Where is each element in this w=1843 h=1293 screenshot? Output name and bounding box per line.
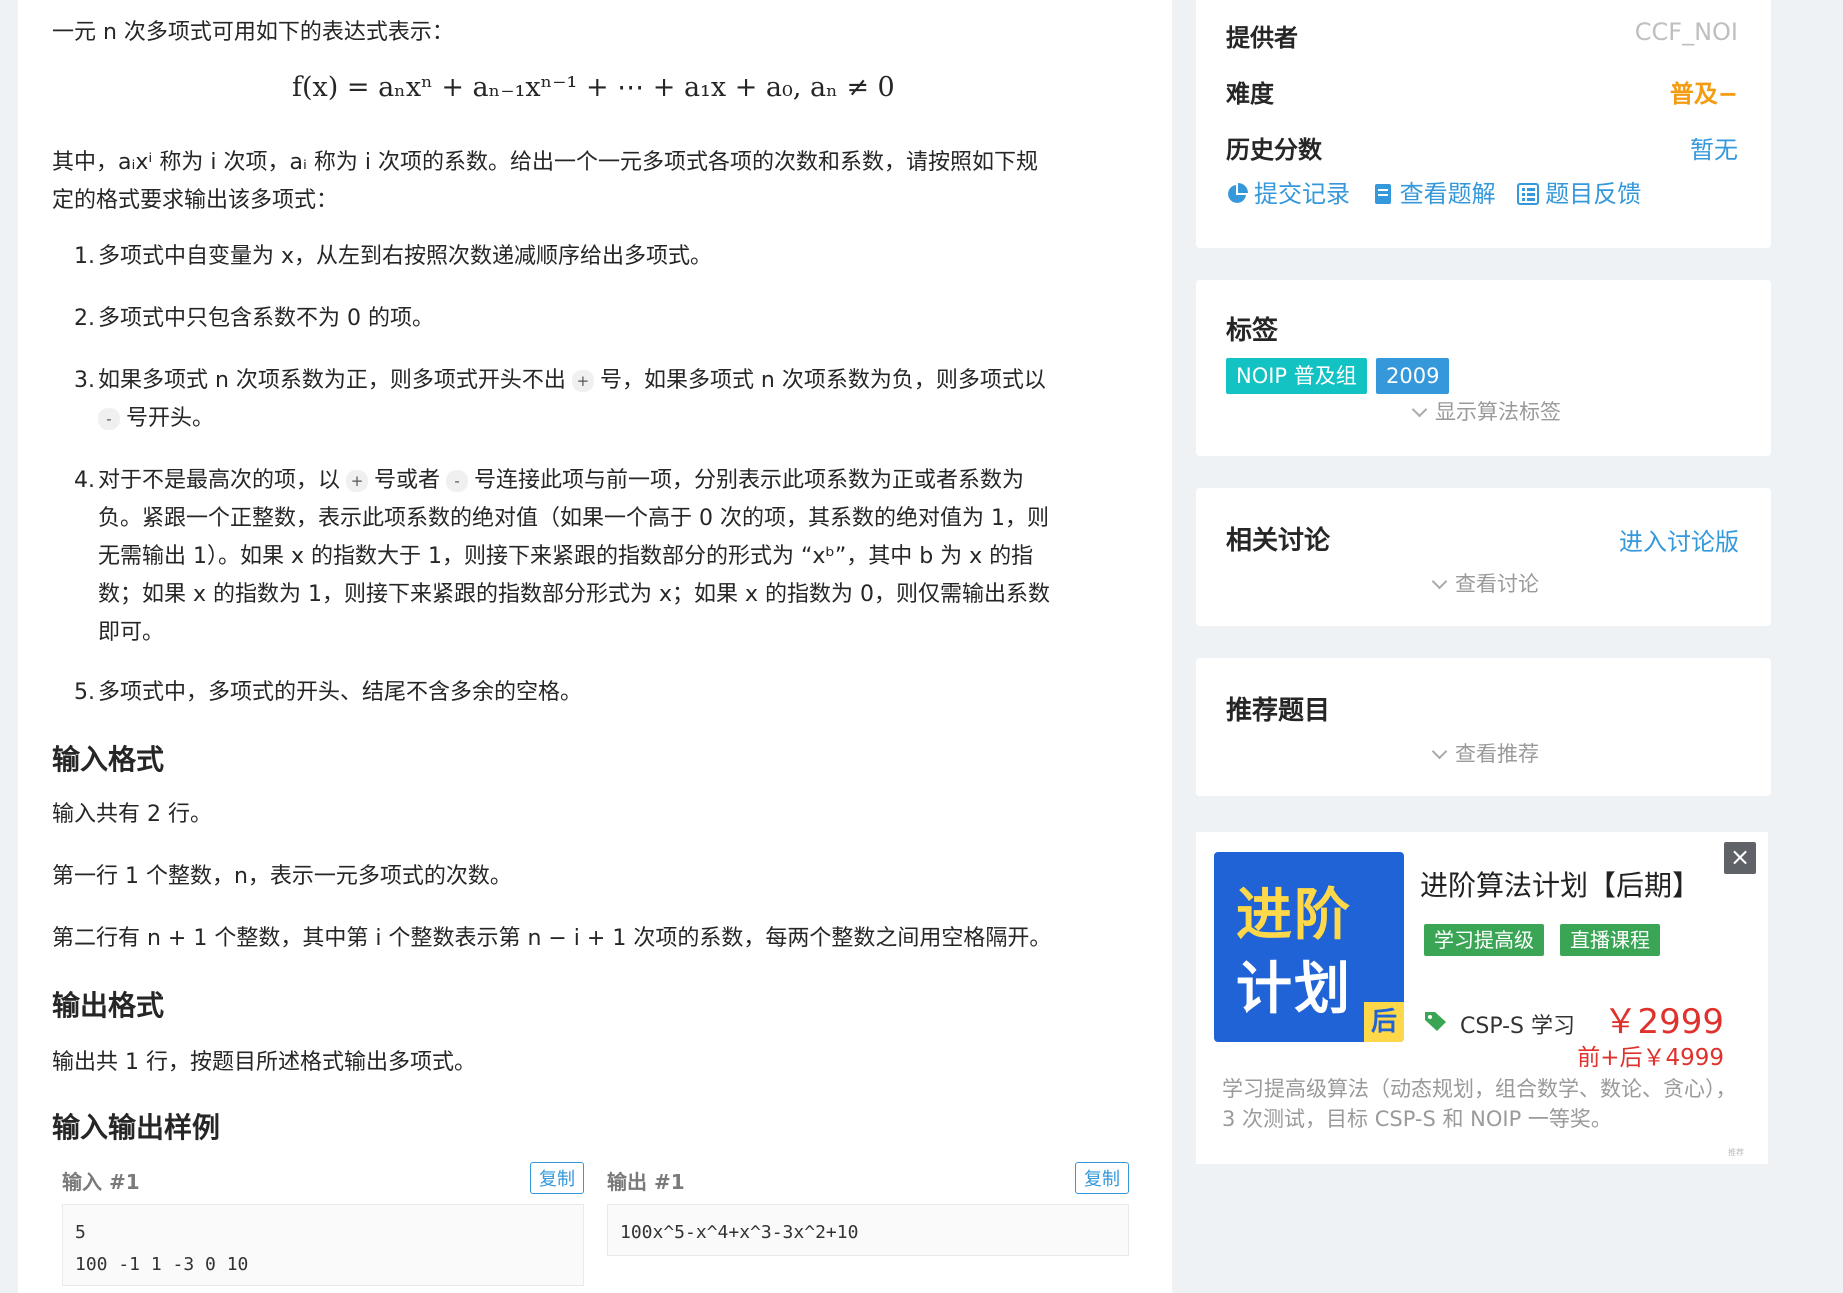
polynomial-formula: f(x) = aₙxⁿ + aₙ₋₁xⁿ⁻¹ + ⋯ + a₁x + a₀, a…	[292, 72, 895, 103]
tags-title: 标签	[1226, 316, 1279, 346]
close-ad-button[interactable]: ×	[1724, 842, 1756, 874]
ad-title[interactable]: 进阶算法计划【后期】	[1420, 864, 1700, 904]
input-line: 第一行 1 个整数，n，表示一元多项式的次数。	[52, 864, 512, 889]
solutions-link[interactable]: 查看题解	[1372, 180, 1496, 208]
ad-badge: 直播课程	[1560, 924, 1660, 956]
enter-discussion-link[interactable]: 进入讨论版	[1619, 522, 1739, 557]
problem-info-card: 提供者 CCF_NOI 难度 普及− 历史分数 暂无 提交记录 查看题解 题目反…	[1196, 0, 1771, 248]
ad-price: ￥2999	[1603, 1002, 1724, 1042]
minus-sign-badge: -	[446, 470, 469, 492]
tag-noip[interactable]: NOIP 普及组	[1226, 358, 1367, 394]
provider-row: 提供者 CCF_NOI	[1226, 18, 1738, 52]
sample-input-label: 输入 #1	[62, 1170, 140, 1194]
input-format-heading: 输入格式	[52, 743, 165, 776]
chevron-down-icon	[1431, 743, 1448, 760]
rule-item: 2. 多项式中只包含系数不为 0 的项。	[74, 306, 434, 331]
discussion-title: 相关讨论	[1226, 526, 1331, 556]
input-line: 第二行有 n + 1 个整数，其中第 i 个整数表示第 n − i + 1 次项…	[52, 926, 1052, 951]
sample-output-content: 100x^5-x^4+x^3-3x^2+10	[607, 1204, 1129, 1256]
document-icon	[1374, 184, 1391, 204]
copy-output-button[interactable]: 复制	[1075, 1162, 1129, 1194]
course-ad-image[interactable]: 进阶 计划 后	[1214, 852, 1404, 1042]
feedback-link[interactable]: 题目反馈	[1517, 180, 1641, 208]
ad-badge: 学习提高级	[1424, 924, 1544, 956]
view-discussion-toggle[interactable]: 查看讨论	[1431, 568, 1539, 598]
submission-records-link[interactable]: 提交记录	[1226, 180, 1350, 208]
chevron-down-icon	[1411, 401, 1428, 418]
problem-links: 提交记录 查看题解 题目反馈	[1226, 174, 1655, 209]
sample-output-block: 输出 #1 复制 100x^5-x^4+x^3-3x^2+10	[601, 1160, 1129, 1290]
explain-text-2: 定的格式要求输出该多项式：	[52, 188, 339, 213]
sample-input-block: 输入 #1 复制 5 100 -1 1 -3 0 10	[56, 1160, 584, 1290]
tag-year[interactable]: 2009	[1376, 358, 1450, 394]
rule-item: 4. 对于不是最高次的项，以 + 号或者 - 号连接此项与前一项，分别表示此项系数为正或…	[74, 468, 1051, 645]
plus-sign-badge: +	[571, 370, 594, 392]
tag-icon	[1425, 1012, 1446, 1031]
sample-input-content: 5 100 -1 1 -3 0 10	[62, 1204, 584, 1286]
difficulty-row: 难度 普及−	[1226, 74, 1738, 109]
sample-output-label: 输出 #1	[607, 1170, 685, 1194]
rule-item: 5. 多项式中，多项式的开头、结尾不含多余的空格。	[74, 680, 583, 705]
tags-card: 标签 NOIP 普及组 2009 显示算法标签	[1196, 280, 1771, 456]
recommend-title: 推荐题目	[1226, 696, 1331, 726]
provider-value[interactable]: CCF_NOI	[1635, 18, 1738, 46]
course-ad[interactable]: 进阶 计划 后 × 进阶算法计划【后期】 学习提高级 直播课程 CSP-S 学习…	[1196, 832, 1768, 1164]
ad-label: 推荐	[1728, 1148, 1744, 1157]
chevron-down-icon	[1431, 573, 1448, 590]
plus-sign-badge: +	[346, 470, 369, 492]
ad-bundle-price: 前+后￥4999	[1577, 1045, 1724, 1071]
recommend-card: 推荐题目 查看推荐	[1196, 658, 1771, 796]
output-format-heading: 输出格式	[52, 989, 165, 1022]
ad-description: 学习提高级算法（动态规划，组合数学、数论、贪心），3 次测试，目标 CSP-S …	[1222, 1077, 1737, 1131]
copy-input-button[interactable]: 复制	[530, 1162, 584, 1194]
history-score-value: 暂无	[1690, 136, 1738, 164]
list-icon	[1517, 183, 1540, 205]
discussion-card: 相关讨论 进入讨论版 查看讨论	[1196, 488, 1771, 626]
explain-text-1: 其中，aᵢxⁱ 称为 i 次项，aᵢ 称为 i 次项的系数。给出一个一元多项式各…	[52, 150, 1038, 175]
rule-item: 3. 如果多项式 n 次项系数为正，则多项式开头不出 + 号，如果多项式 n 次项系…	[74, 368, 1046, 431]
pie-chart-icon	[1228, 183, 1248, 203]
ad-course-name: CSP-S 学习	[1460, 1014, 1576, 1039]
view-recommend-toggle[interactable]: 查看推荐	[1431, 738, 1539, 768]
output-line: 输出共 1 行，按题目所述格式输出多项式。	[52, 1050, 476, 1075]
history-score-row: 历史分数 暂无	[1226, 130, 1738, 165]
intro-text: 一元 n 次多项式可用如下的表达式表示：	[52, 20, 454, 45]
rule-item: 1. 多项式中自变量为 x，从左到右按照次数递减顺序给出多项式。	[74, 244, 713, 269]
difficulty-value: 普及−	[1669, 80, 1738, 108]
minus-sign-badge: -	[98, 408, 120, 430]
show-algo-tags-toggle[interactable]: 显示算法标签	[1411, 396, 1561, 426]
input-line: 输入共有 2 行。	[52, 802, 212, 827]
samples-heading: 输入输出样例	[52, 1111, 221, 1144]
